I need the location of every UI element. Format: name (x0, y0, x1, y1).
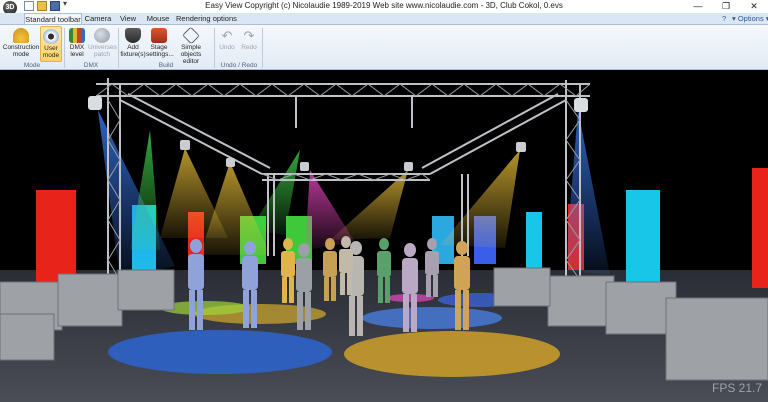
fps-counter: FPS 21.7 (712, 381, 763, 395)
simple-objects-editor-button[interactable]: Simple objects editor (172, 26, 210, 65)
redo-button[interactable]: ↷ Redo (238, 26, 260, 62)
cube-icon (182, 26, 200, 45)
stage-settings-label: Stage settings... (146, 44, 174, 58)
ribbon-tabs: Standard toolbar Camera View Mouse Rende… (0, 13, 768, 24)
dmx-level-label: DMX level (69, 44, 85, 58)
moving-head-fixture (300, 162, 309, 171)
light-beam (440, 150, 520, 248)
group-separator (214, 28, 215, 68)
stage-icon (151, 28, 167, 43)
tab-standard-toolbar[interactable]: Standard toolbar (24, 13, 82, 24)
moving-head-fixture (180, 140, 190, 150)
ribbon-toolbar: Construction mode User mode DMX level Un… (0, 24, 768, 70)
universes-patch-label: Universes patch (88, 44, 117, 58)
add-fixtures-label: Add fixture(s) (120, 44, 146, 58)
construction-mode-label: Construction mode (2, 44, 40, 58)
light-beam (98, 110, 175, 280)
group-label-mode: Mode (23, 62, 41, 69)
floor-light-pool (108, 330, 332, 374)
tab-view[interactable]: View (116, 13, 140, 24)
stage-settings-button[interactable]: Stage settings... (146, 26, 174, 62)
moving-head-fixture (88, 96, 102, 110)
group-label-undo-redo: Undo / Redo (220, 62, 258, 69)
led-panel (752, 168, 768, 288)
led-panel (36, 190, 76, 288)
options-menu[interactable]: ▾ Options ▾ (732, 13, 768, 24)
user-mode-label: User mode (42, 45, 60, 59)
floor-light-pool (362, 307, 502, 329)
light-beam (565, 110, 610, 275)
group-label-dmx: DMX (83, 62, 99, 69)
fixture-icon (125, 28, 141, 43)
globe-icon (94, 28, 110, 43)
group-separator (64, 28, 65, 68)
3d-viewport[interactable]: FPS 21.7 (0, 70, 768, 402)
dmx-grid-icon (69, 28, 85, 43)
close-button[interactable]: ✕ (740, 0, 768, 13)
led-panel (526, 212, 542, 268)
redo-label: Redo (241, 44, 257, 51)
moving-head-fixture (404, 162, 413, 171)
window-title: Easy View Copyright (c) Nicolaudie 1989-… (205, 1, 563, 10)
hardhat-icon (13, 28, 29, 43)
group-separator (118, 28, 119, 68)
floor-light-pool (344, 331, 560, 377)
minimize-button[interactable]: — (684, 0, 712, 13)
add-fixtures-button[interactable]: Add fixture(s) (120, 26, 146, 62)
user-mode-button[interactable]: User mode (40, 26, 62, 62)
undo-icon: ↶ (221, 28, 233, 43)
eye-icon (43, 29, 59, 44)
undo-button[interactable]: ↶ Undo (216, 26, 238, 62)
help-button[interactable]: ? (722, 13, 726, 24)
undo-label: Undo (219, 44, 235, 51)
group-label-build: Build (158, 62, 174, 69)
tab-mouse[interactable]: Mouse (144, 13, 172, 24)
dmx-level-button[interactable]: DMX level (66, 26, 88, 62)
tab-rendering-options[interactable]: Rendering options (176, 13, 237, 24)
stage-scene (0, 78, 768, 402)
moving-head-fixture (226, 158, 235, 167)
moving-head-fixture (574, 98, 588, 112)
moving-head-fixture (516, 142, 526, 152)
group-separator (262, 28, 263, 68)
maximize-button[interactable]: ❐ (712, 0, 740, 13)
redo-icon: ↷ (243, 28, 255, 43)
led-panel (626, 190, 660, 284)
title-bar: 3D ▾ Easy View Copyright (c) Nicolaudie … (0, 0, 768, 15)
universes-patch-button[interactable]: Universes patch (88, 26, 117, 62)
tab-camera[interactable]: Camera (84, 13, 112, 24)
construction-mode-button[interactable]: Construction mode (2, 26, 40, 62)
